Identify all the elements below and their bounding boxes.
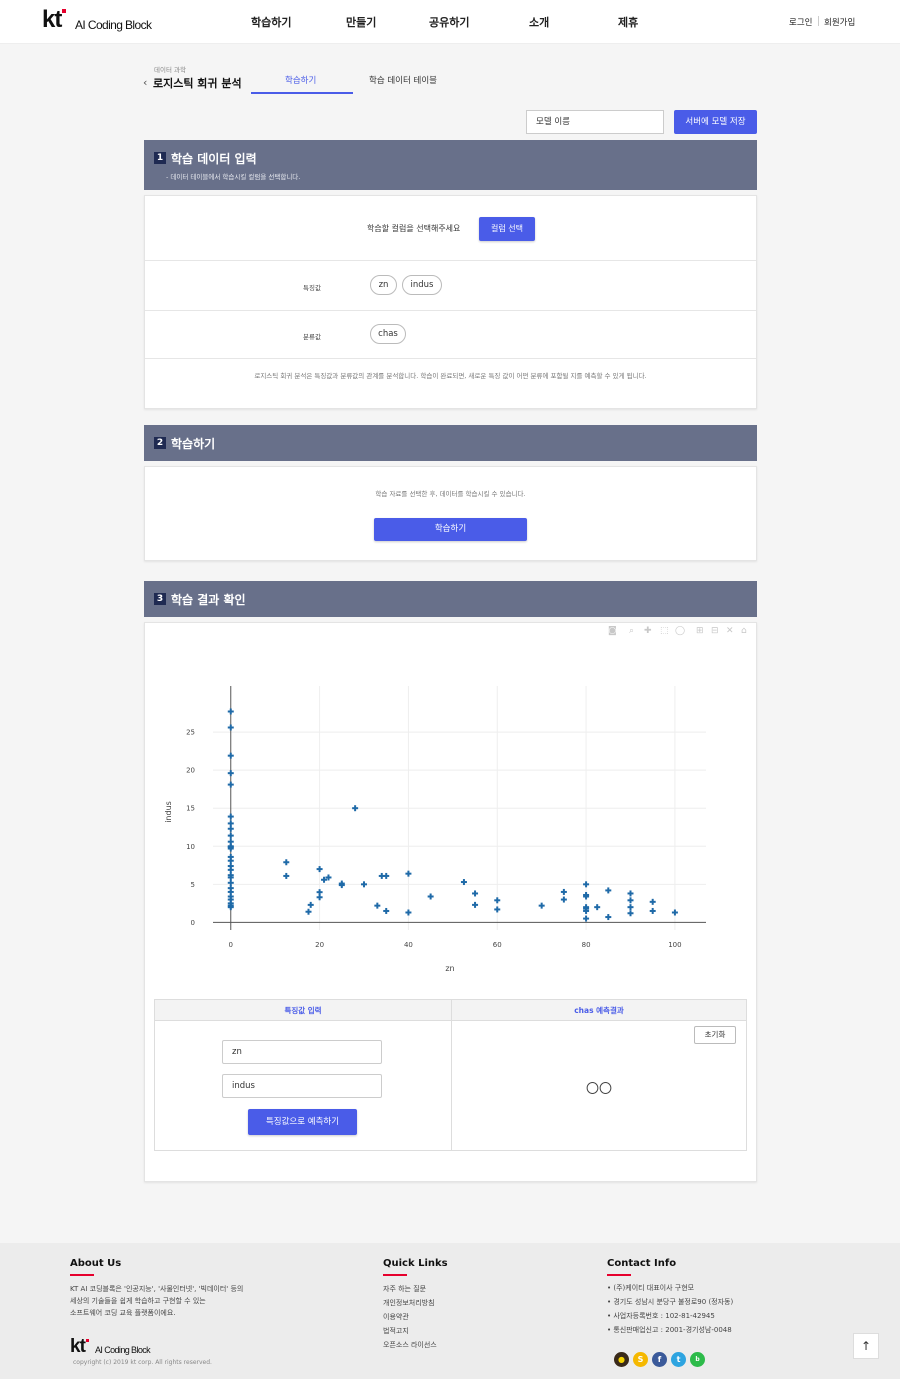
logo-text[interactable]: AI Coding Block	[75, 18, 152, 32]
tab-data-table[interactable]: 학습 데이터 테이블	[369, 74, 437, 86]
section-2-header: 2 학습하기	[144, 425, 757, 461]
section-3-title: 학습 결과 확인	[171, 593, 246, 607]
nav-item-learn[interactable]: 학습하기	[251, 14, 291, 30]
train-button[interactable]: 학습하기	[374, 518, 527, 541]
reset-button[interactable]: 초기화	[694, 1026, 736, 1044]
contact-address: • 경기도 성남시 분당구 불정로90 (정자동)	[607, 1298, 734, 1306]
section-1-title: 학습 데이터 입력	[171, 152, 257, 166]
footer-link-faq[interactable]: 자주 하는 질문	[383, 1284, 426, 1294]
section-2-title: 학습하기	[171, 437, 216, 451]
copyright: copyright (c) 2019 kt corp. All rights r…	[73, 1359, 212, 1366]
tab-learn[interactable]: 학습하기	[285, 74, 316, 86]
indus-input[interactable]: indus	[222, 1074, 382, 1098]
about-text-2: 세상의 기술들을 쉽게 학습하고 구현할 수 있는	[70, 1297, 206, 1305]
model-name-input[interactable]: 모델 이름	[526, 110, 664, 134]
section-1-header: 1 학습 데이터 입력 - 데이터 테이블에서 학습시킬 컬럼을 선택합니다.	[144, 140, 757, 190]
divider	[145, 310, 756, 311]
twitter-icon[interactable]: t	[671, 1352, 686, 1367]
feature-chip-zn[interactable]: zn	[370, 275, 397, 295]
page-title: 로지스틱 회귀 분석	[153, 77, 242, 90]
footer-kt-logo: kt	[70, 1336, 86, 1357]
class-chip-chas[interactable]: chas	[370, 324, 406, 344]
kakao-talk-icon[interactable]: ●	[614, 1352, 629, 1367]
box-select-icon[interactable]: ⬚	[660, 626, 669, 636]
feature-chip-indus[interactable]: indus	[402, 275, 442, 295]
section-2-note: 학습 자료를 선택한 후, 데이터를 학습시킬 수 있습니다.	[375, 490, 526, 498]
active-tab-indicator	[251, 92, 353, 94]
nav-item-make[interactable]: 만들기	[346, 14, 376, 30]
divider	[145, 260, 756, 261]
feature-input-header: 특징값 입력	[155, 1000, 451, 1021]
facebook-icon[interactable]: f	[652, 1352, 667, 1367]
footer-logo-text: AI Coding Block	[95, 1345, 151, 1355]
section-3-header: 3 학습 결과 확인	[144, 581, 757, 617]
about-text-1: KT AI 코딩블록은 '인공지능', '사물인터넷', '빅데이터' 등의	[70, 1285, 244, 1293]
footer-link-privacy[interactable]: 개인정보처리방침	[383, 1298, 435, 1308]
divider	[145, 358, 756, 359]
about-text-3: 소프트웨어 코딩 교육 플랫폼이에요.	[70, 1309, 176, 1317]
nav-item-partner[interactable]: 제휴	[618, 14, 638, 30]
prediction-result: 〇〇	[585, 1082, 612, 1097]
class-label: 분류값	[303, 333, 321, 341]
section-1-card: 학습할 컬럼을 선택해주세요 컬럼 선택 특징값 zn indus 분류값 ch…	[144, 195, 757, 409]
feature-label: 특징값	[303, 284, 321, 292]
footer-link-opensource[interactable]: 오픈소스 라이선스	[383, 1340, 437, 1350]
quick-links-underline	[383, 1274, 407, 1276]
logo-accent	[62, 9, 66, 13]
contact-title: Contact Info	[607, 1258, 677, 1269]
autoscale-icon[interactable]: ✕	[726, 626, 734, 636]
zoom-in-icon[interactable]: ⊞	[696, 626, 704, 636]
predict-button[interactable]: 특징값으로 예측하기	[248, 1109, 357, 1135]
zoom-out-icon[interactable]: ⊟	[711, 626, 719, 636]
nav-item-share[interactable]: 공유하기	[429, 14, 469, 30]
footer-link-legal[interactable]: 법적고지	[383, 1326, 409, 1336]
camera-icon[interactable]: ◙	[608, 626, 617, 636]
auth-divider	[818, 16, 819, 26]
contact-business-number: • 사업자등록번호 : 102-81-42945	[607, 1312, 715, 1320]
lasso-icon[interactable]: ◯	[675, 626, 685, 636]
scroll-top-button[interactable]: ↑	[853, 1333, 879, 1359]
section-2-number: 2	[154, 437, 166, 449]
contact-ceo: • (주)케이티 대표이사 구현모	[607, 1284, 695, 1292]
section-1-number: 1	[154, 152, 166, 164]
back-chevron-icon[interactable]: ‹	[143, 76, 147, 89]
about-title: About Us	[70, 1258, 122, 1269]
prediction-divider	[451, 1000, 452, 1150]
kakao-story-icon[interactable]: S	[633, 1352, 648, 1367]
site-header: kt AI Coding Block 학습하기 만들기 공유하기 소개 제휴 로…	[0, 0, 900, 44]
pan-icon[interactable]: ✚	[644, 626, 652, 636]
section-1-subtitle: - 데이터 테이블에서 학습시킬 컬럼을 선택합니다.	[166, 173, 301, 181]
section-3-number: 3	[154, 593, 166, 605]
contact-underline	[607, 1274, 631, 1276]
blog-icon[interactable]: b	[690, 1352, 705, 1367]
site-footer: About Us KT AI 코딩블록은 '인공지능', '사물인터넷', '빅…	[0, 1243, 900, 1379]
login-link[interactable]: 로그인	[789, 16, 812, 28]
prediction-result-header: chas 예측결과	[452, 1000, 746, 1021]
prediction-panel: 특징값 입력 chas 예측결과 zn indus 특징값으로 예측하기 초기화…	[154, 999, 747, 1151]
footer-link-terms[interactable]: 이용약관	[383, 1312, 409, 1322]
breadcrumb-category: 데이터 과학	[154, 66, 186, 74]
about-underline	[70, 1274, 94, 1276]
section-2-card: 학습 자료를 선택한 후, 데이터를 학습시킬 수 있습니다. 학습하기	[144, 466, 757, 561]
save-model-button[interactable]: 서버에 모델 저장	[674, 110, 757, 134]
section-1-note: 로지스틱 회귀 분석은 특징값과 분류값의 관계를 분석합니다. 학습이 완료되…	[254, 372, 647, 380]
zoom-icon[interactable]: ⌕	[629, 626, 634, 636]
column-select-prompt: 학습할 컬럼을 선택해주세요	[367, 224, 461, 233]
column-select-button[interactable]: 컬럼 선택	[479, 217, 535, 241]
reset-axes-icon[interactable]: ⌂	[741, 626, 747, 636]
zn-input[interactable]: zn	[222, 1040, 382, 1064]
nav-item-about[interactable]: 소개	[529, 14, 549, 30]
contact-sales-number: • 통신판매업신고 : 2001-경기성남-0048	[607, 1326, 732, 1334]
quick-links-title: Quick Links	[383, 1258, 448, 1269]
signup-link[interactable]: 회원가입	[824, 16, 855, 28]
footer-logo-accent	[86, 1339, 89, 1342]
kt-logo[interactable]: kt	[42, 6, 62, 34]
